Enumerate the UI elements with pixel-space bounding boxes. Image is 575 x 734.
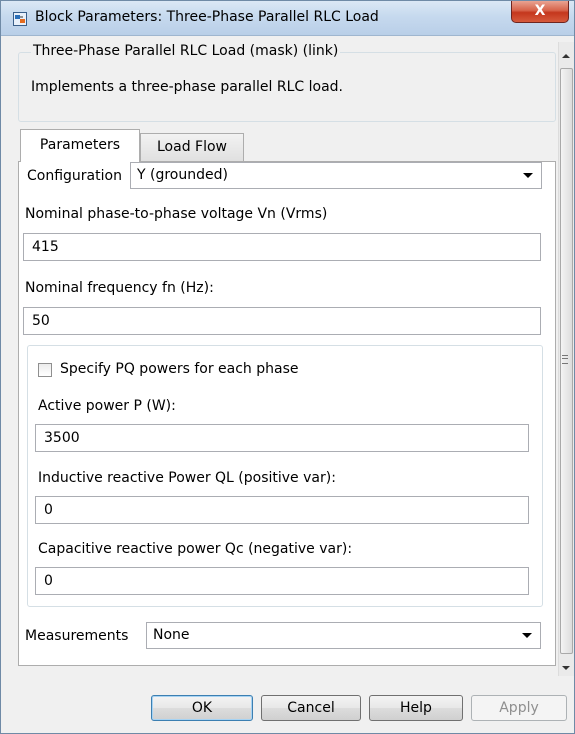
- mask-title: Three-Phase Parallel RLC Load (mask) (li…: [31, 43, 341, 59]
- scroll-grip-icon: [562, 355, 568, 364]
- measurements-label: Measurements: [25, 628, 129, 644]
- active-power-label: Active power P (W):: [38, 398, 176, 414]
- capacitive-power-label: Capacitive reactive power Qc (negative v…: [38, 541, 353, 557]
- inductive-power-input[interactable]: 0: [35, 496, 529, 524]
- configuration-value: Y (grounded): [137, 167, 228, 183]
- scroll-up-icon[interactable]: [562, 54, 570, 58]
- chevron-down-icon: [523, 173, 533, 178]
- configuration-dropdown[interactable]: Y (grounded): [130, 162, 542, 189]
- configuration-label: Configuration: [27, 168, 122, 184]
- capacitive-power-input[interactable]: 0: [35, 567, 529, 595]
- scroll-down-icon[interactable]: [562, 666, 570, 670]
- inductive-power-label: Inductive reactive Power QL (positive va…: [38, 470, 336, 486]
- close-button[interactable]: X: [511, 1, 569, 23]
- frequency-label: Nominal frequency fn (Hz):: [25, 280, 214, 296]
- block-parameters-dialog: Block Parameters: Three-Phase Parallel R…: [0, 0, 575, 734]
- frequency-input[interactable]: 50: [23, 307, 541, 335]
- mask-description: Implements a three-phase parallel RLC lo…: [31, 79, 343, 95]
- measurements-value: None: [153, 627, 190, 643]
- title-bar[interactable]: Block Parameters: Three-Phase Parallel R…: [1, 1, 574, 36]
- active-power-input[interactable]: 3500: [35, 424, 529, 452]
- window-title: Block Parameters: Three-Phase Parallel R…: [35, 9, 379, 25]
- apply-button[interactable]: Apply: [471, 695, 567, 721]
- ok-button[interactable]: OK: [151, 695, 253, 721]
- voltage-input[interactable]: 415: [23, 233, 541, 261]
- simulink-block-icon: [13, 12, 27, 26]
- help-button[interactable]: Help: [369, 695, 463, 721]
- cancel-button[interactable]: Cancel: [261, 695, 361, 721]
- close-icon: X: [534, 3, 546, 19]
- specify-pq-label: Specify PQ powers for each phase: [60, 361, 299, 377]
- tab-load-flow[interactable]: Load Flow: [140, 133, 244, 161]
- chevron-down-icon: [522, 633, 532, 638]
- specify-pq-checkbox[interactable]: [38, 363, 52, 377]
- voltage-label: Nominal phase-to-phase voltage Vn (Vrms): [25, 206, 328, 222]
- measurements-dropdown[interactable]: None: [146, 622, 541, 649]
- vertical-scrollbar[interactable]: [558, 42, 574, 682]
- tab-parameters[interactable]: Parameters: [20, 129, 140, 162]
